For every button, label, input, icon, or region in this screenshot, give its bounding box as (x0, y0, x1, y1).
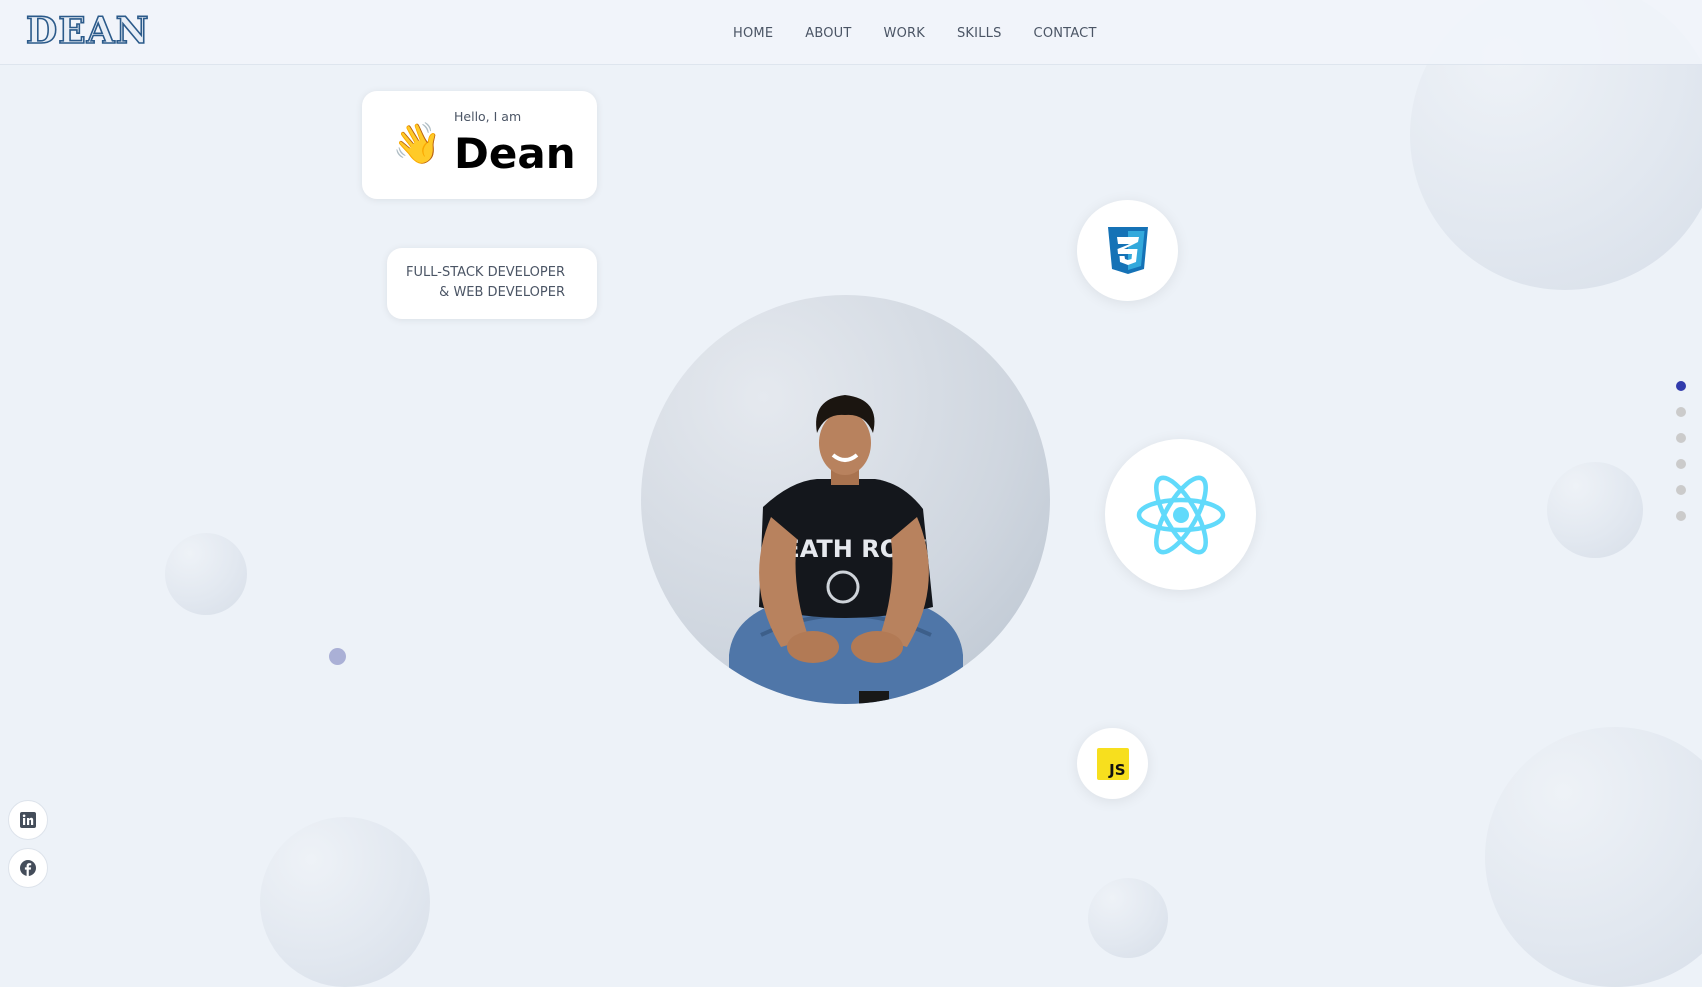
greeting-text: Hello, I am (454, 109, 522, 124)
site-logo[interactable]: DEAN (25, 9, 150, 53)
nav-link-contact[interactable]: CONTACT (1034, 26, 1097, 41)
nav-link-skills[interactable]: SKILLS (957, 26, 1002, 41)
greeting-card: 👋 Hello, I am Dean (362, 91, 597, 199)
nav-links: HOME ABOUT WORK SKILLS CONTACT (733, 26, 1097, 41)
javascript-label: JS (1109, 760, 1126, 779)
background-circle (260, 817, 430, 987)
role-card: FULL-STACK DEVELOPER & WEB DEVELOPER (387, 248, 597, 319)
css3-skill-bubble[interactable] (1077, 200, 1178, 301)
section-dot-skills[interactable] (1676, 459, 1686, 469)
navbar: DEAN HOME ABOUT WORK SKILLS CONTACT (0, 0, 1702, 65)
nav-link-about[interactable]: ABOUT (805, 26, 851, 41)
background-circle (1088, 878, 1168, 958)
background-circle (1485, 727, 1702, 987)
react-skill-bubble[interactable] (1105, 439, 1256, 590)
section-dot-home[interactable] (1676, 381, 1686, 391)
linkedin-button[interactable] (8, 800, 48, 840)
section-dot-testimonials[interactable] (1676, 485, 1686, 495)
background-circle (165, 533, 247, 615)
profile-photo-illustration: DEATH ROW (729, 395, 963, 704)
javascript-skill-bubble[interactable]: JS (1077, 728, 1148, 799)
react-icon (1136, 475, 1225, 554)
section-nav-dots (1676, 381, 1686, 537)
linkedin-icon (20, 812, 36, 828)
facebook-icon (20, 860, 36, 876)
javascript-icon: JS (1096, 747, 1129, 780)
facebook-button[interactable] (8, 848, 48, 888)
accent-dot (329, 648, 346, 665)
css3-icon (1107, 226, 1148, 274)
section-dot-about[interactable] (1676, 407, 1686, 417)
waving-hand-icon: 👋 (392, 121, 442, 167)
nav-link-work[interactable]: WORK (884, 26, 925, 41)
section-dot-work[interactable] (1676, 433, 1686, 443)
section-dot-contact[interactable] (1676, 511, 1686, 521)
hero-name: Dean (454, 129, 576, 178)
nav-link-home[interactable]: HOME (733, 26, 773, 41)
role-line-1: FULL-STACK DEVELOPER (406, 265, 565, 280)
background-circle (1547, 462, 1643, 558)
profile-image: DEATH ROW (641, 295, 1050, 704)
role-line-2: & WEB DEVELOPER (439, 285, 565, 300)
